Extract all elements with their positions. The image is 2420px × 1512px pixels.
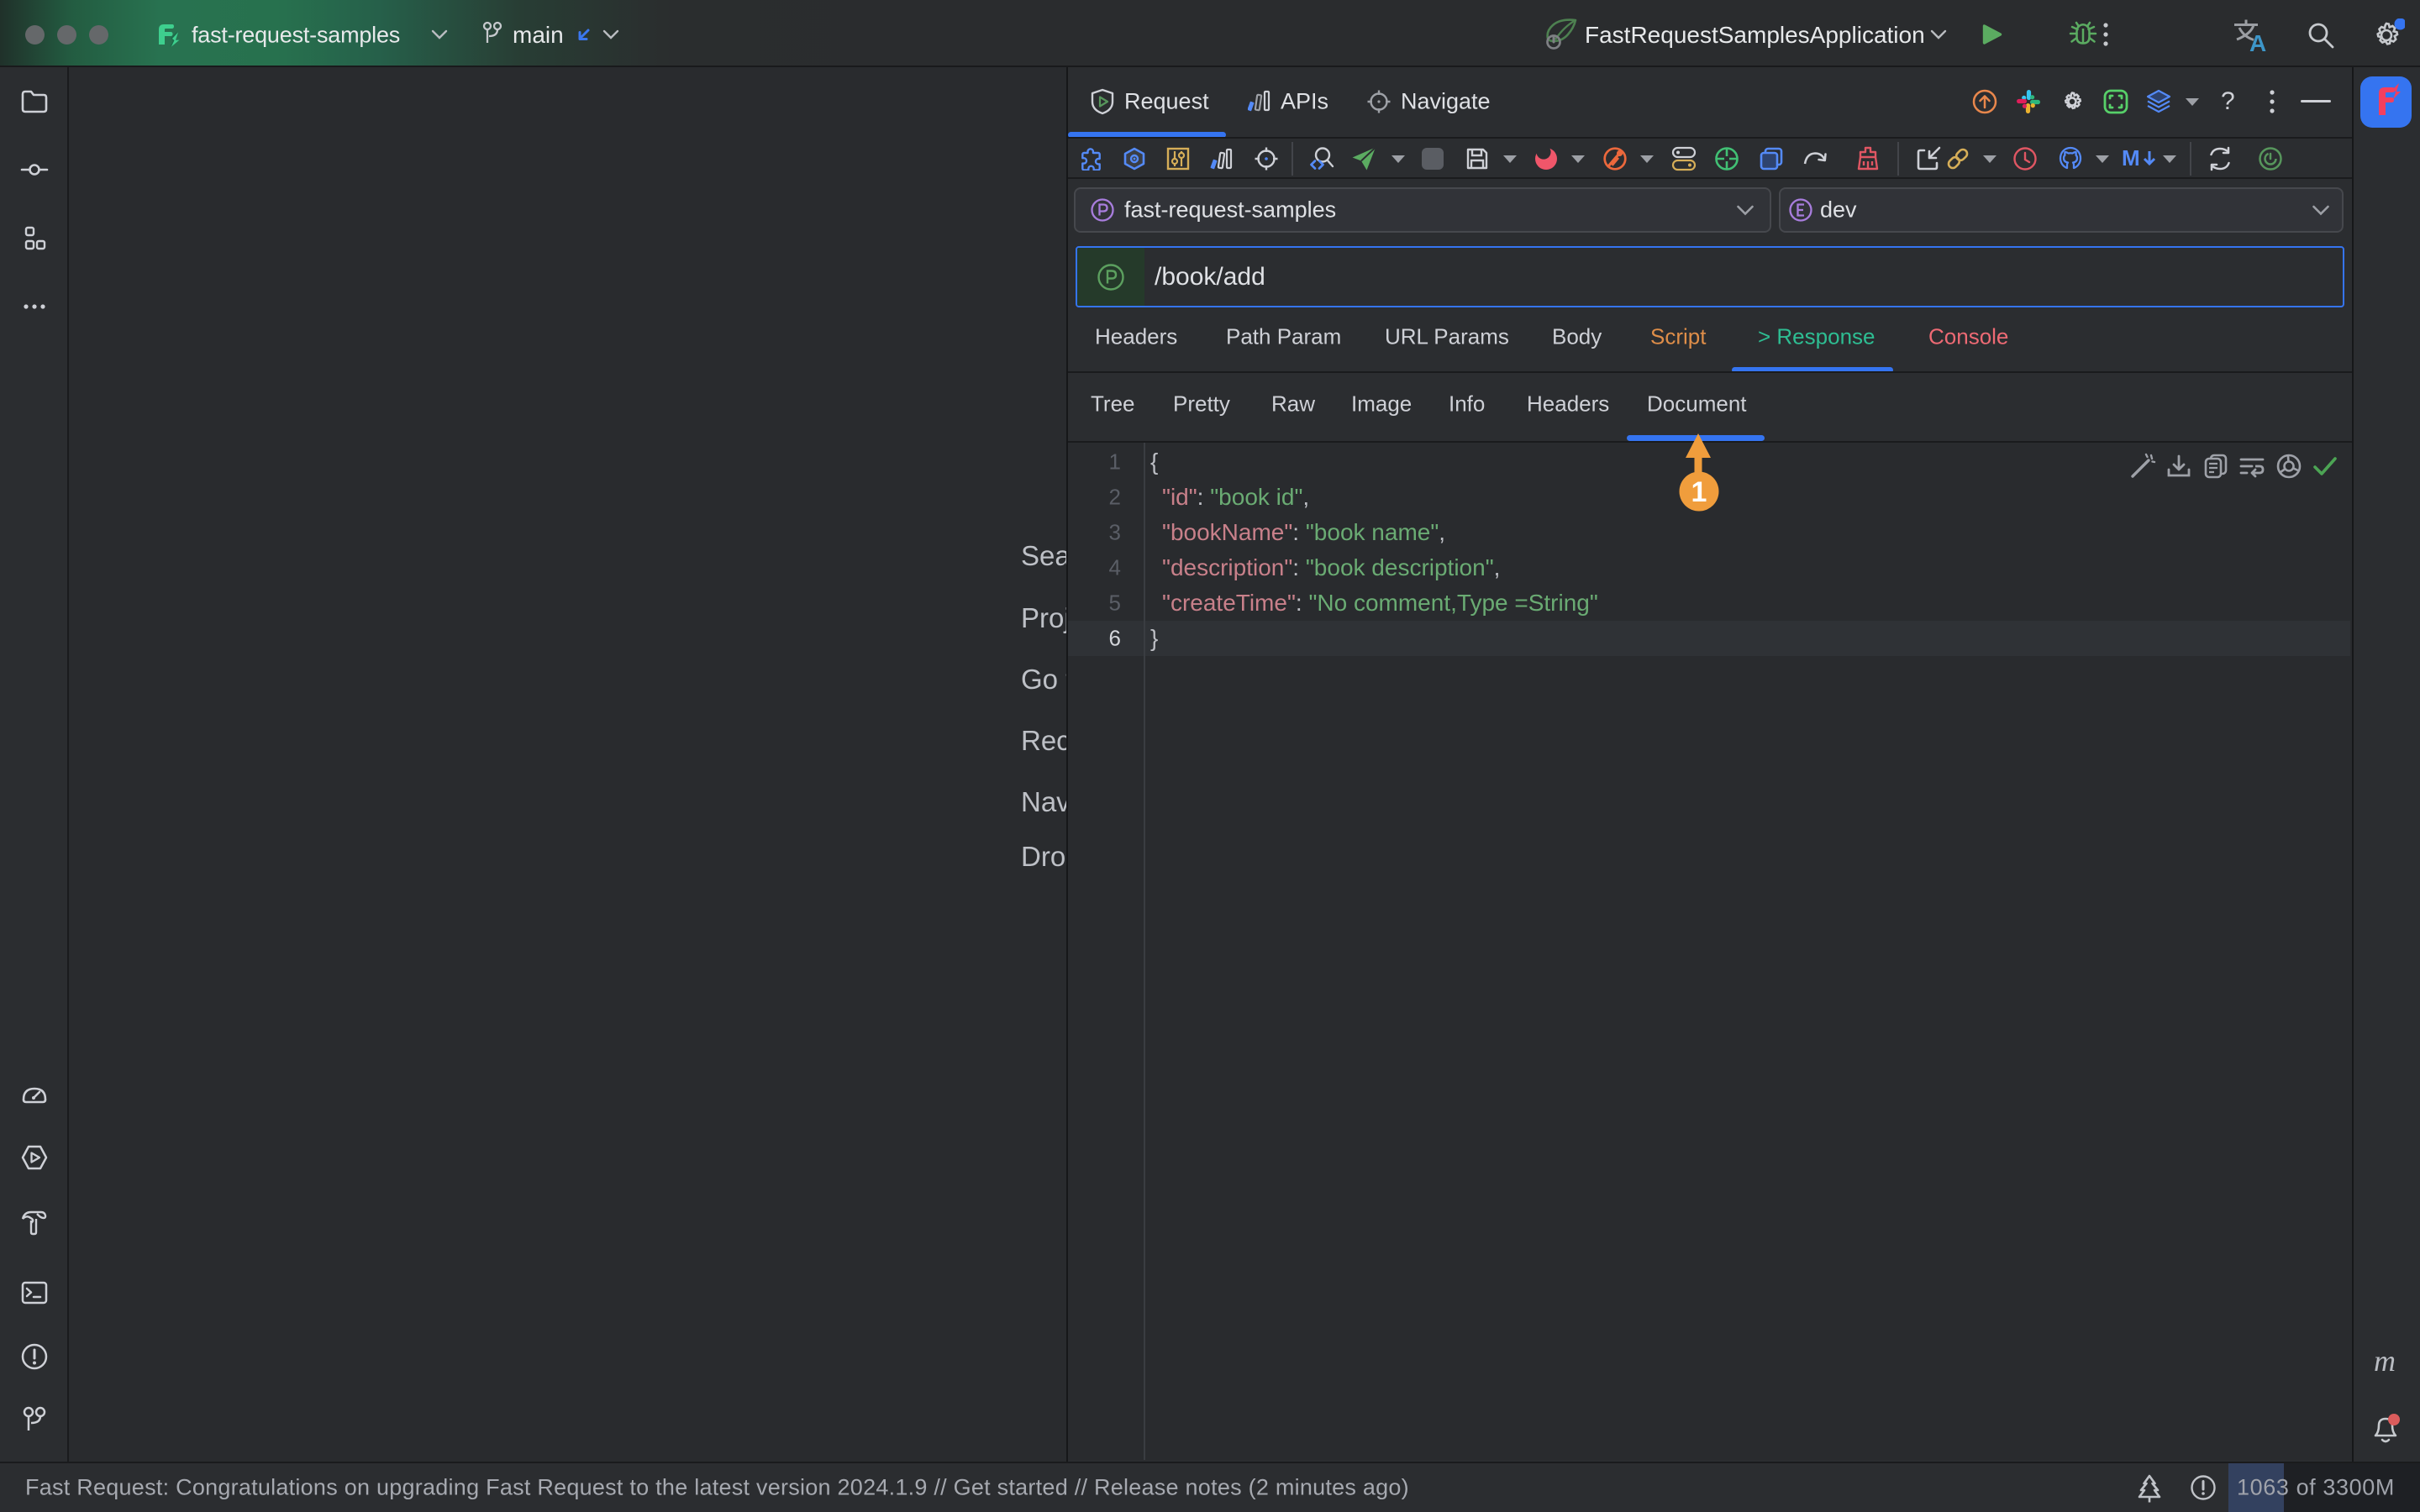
svg-text:M: M: [2122, 148, 2140, 170]
svg-text:A: A: [2249, 30, 2266, 52]
svg-text:1: 1: [1691, 476, 1707, 508]
